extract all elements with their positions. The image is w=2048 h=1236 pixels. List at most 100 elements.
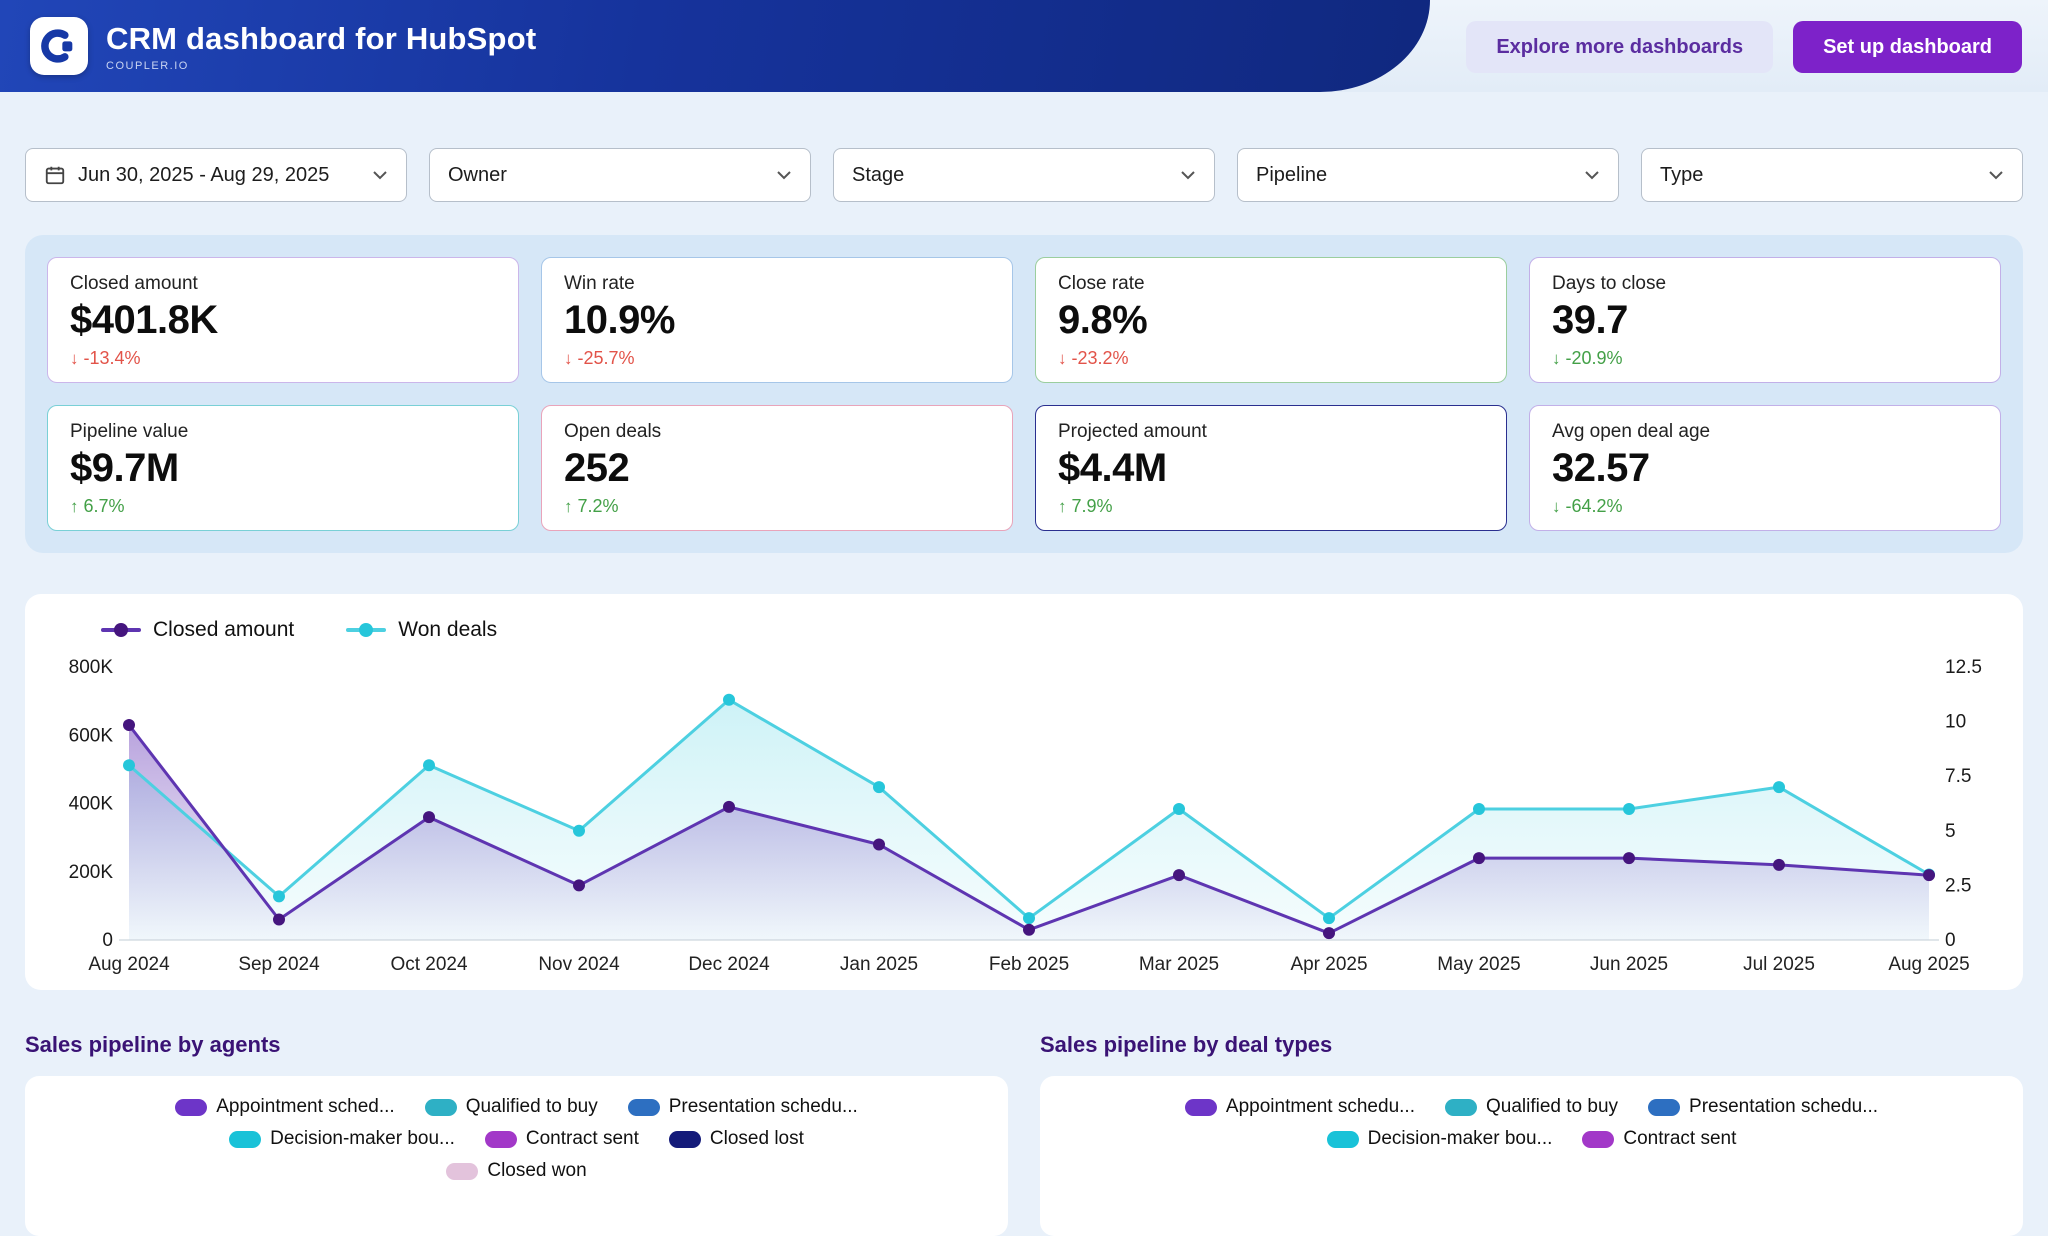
stage-filter[interactable]: Stage	[833, 148, 1215, 202]
trend-arrow-icon: ↓	[564, 349, 573, 369]
line-swatch-icon	[346, 628, 386, 632]
pipeline-filter[interactable]: Pipeline	[1237, 148, 1619, 202]
trend-arrow-icon: ↑	[564, 497, 573, 517]
kpi-value: 39.7	[1552, 298, 1978, 343]
kpi-label: Projected amount	[1058, 421, 1484, 443]
kpi-card-open-deals: Open deals 252 ↑7.2%	[541, 405, 1013, 531]
svg-text:Dec 2024: Dec 2024	[688, 954, 770, 975]
svg-text:12.5: 12.5	[1945, 657, 1982, 678]
svg-text:Aug 2025: Aug 2025	[1888, 954, 1969, 975]
color-swatch-icon	[446, 1163, 478, 1180]
setup-dashboard-button[interactable]: Set up dashboard	[1793, 21, 2022, 73]
kpi-card-pipeline-value: Pipeline value $9.7M ↑6.7%	[47, 405, 519, 531]
coupler-logo-icon	[30, 17, 88, 75]
svg-text:7.5: 7.5	[1945, 766, 1971, 787]
kpi-label: Closed amount	[70, 273, 496, 295]
color-swatch-icon	[1185, 1099, 1217, 1116]
deal-types-chart-panel: Appointment schedu... Qualified to buy P…	[1040, 1076, 2023, 1236]
kpi-label: Open deals	[564, 421, 990, 443]
stage-filter-label: Stage	[852, 164, 904, 187]
closed-amount-won-deals-chart: 0200K400K600K800K02.557.51012.5Aug 2024S…	[49, 652, 1999, 982]
kpi-value: 252	[564, 446, 990, 491]
trend-arrow-icon: ↓	[1552, 497, 1561, 517]
legend-label: Closed won	[487, 1160, 586, 1182]
type-filter-label: Type	[1660, 164, 1703, 187]
kpi-delta: -25.7%	[578, 348, 635, 369]
color-swatch-icon	[485, 1131, 517, 1148]
line-swatch-icon	[101, 628, 141, 632]
kpi-value: $9.7M	[70, 446, 496, 491]
type-filter[interactable]: Type	[1641, 148, 2023, 202]
legend-label: Decision-maker bou...	[1368, 1128, 1553, 1150]
trend-arrow-icon: ↑	[70, 497, 79, 517]
color-swatch-icon	[425, 1099, 457, 1116]
legend-item: Qualified to buy	[425, 1096, 598, 1118]
explore-more-dashboards-button[interactable]: Explore more dashboards	[1466, 21, 1773, 73]
chart-legend: Closed amount Won deals	[101, 618, 1999, 642]
svg-text:Mar 2025: Mar 2025	[1139, 954, 1219, 975]
legend-label: Qualified to buy	[466, 1096, 598, 1118]
kpi-card-projected-amount: Projected amount $4.4M ↑7.9%	[1035, 405, 1507, 531]
color-swatch-icon	[1445, 1099, 1477, 1116]
page-title: CRM dashboard for HubSpot	[106, 21, 536, 57]
kpi-label: Win rate	[564, 273, 990, 295]
kpi-card-win-rate: Win rate 10.9% ↓-25.7%	[541, 257, 1013, 383]
legend-item: Closed won	[446, 1160, 586, 1182]
legend-label: Closed lost	[710, 1128, 804, 1150]
legend-item: Contract sent	[485, 1128, 639, 1150]
legend-item: Presentation schedu...	[1648, 1096, 1878, 1118]
legend-item: Decision-maker bou...	[229, 1128, 455, 1150]
legend-item: Closed lost	[669, 1128, 804, 1150]
section-title: Sales pipeline by agents	[25, 1032, 1008, 1058]
svg-text:600K: 600K	[69, 725, 114, 746]
kpi-card-days-to-close: Days to close 39.7 ↓-20.9%	[1529, 257, 2001, 383]
svg-text:10: 10	[1945, 712, 1966, 733]
kpi-delta: -13.4%	[84, 348, 141, 369]
kpi-value: $4.4M	[1058, 446, 1484, 491]
color-swatch-icon	[229, 1131, 261, 1148]
kpi-delta: 7.2%	[578, 496, 619, 517]
agents-chart-panel: Appointment sched... Qualified to buy Pr…	[25, 1076, 1008, 1236]
kpi-card-closed-amount: Closed amount $401.8K ↓-13.4%	[47, 257, 519, 383]
svg-text:5: 5	[1945, 821, 1956, 842]
kpi-card-avg-open-deal-age: Avg open deal age 32.57 ↓-64.2%	[1529, 405, 2001, 531]
header: CRM dashboard for HubSpot COUPLER.IO Exp…	[0, 0, 2048, 92]
legend-item: Appointment sched...	[175, 1096, 395, 1118]
svg-text:May 2025: May 2025	[1437, 954, 1520, 975]
legend-item-closed-amount: Closed amount	[101, 618, 294, 642]
agents-chart-legend: Appointment sched... Qualified to buy Pr…	[167, 1096, 867, 1182]
section-title: Sales pipeline by deal types	[1040, 1032, 2023, 1058]
legend-label: Contract sent	[1623, 1128, 1736, 1150]
chevron-down-icon	[1988, 170, 2004, 180]
legend-item: Decision-maker bou...	[1327, 1128, 1553, 1150]
legend-label: Presentation schedu...	[1689, 1096, 1878, 1118]
filter-bar: Jun 30, 2025 - Aug 29, 2025 Owner Stage …	[0, 148, 2048, 202]
trend-arrow-icon: ↑	[1058, 497, 1067, 517]
legend-label: Appointment sched...	[216, 1096, 395, 1118]
chevron-down-icon	[372, 170, 388, 180]
svg-text:800K: 800K	[69, 657, 114, 678]
section-sales-pipeline-by-deal-types: Sales pipeline by deal types Appointment…	[1040, 1032, 2023, 1236]
color-swatch-icon	[1582, 1131, 1614, 1148]
svg-text:Oct 2024: Oct 2024	[390, 954, 468, 975]
svg-text:Sep 2024: Sep 2024	[238, 954, 320, 975]
legend-item: Presentation schedu...	[628, 1096, 858, 1118]
owner-filter[interactable]: Owner	[429, 148, 811, 202]
chevron-down-icon	[776, 170, 792, 180]
svg-text:Jul 2025: Jul 2025	[1743, 954, 1815, 975]
svg-text:200K: 200K	[69, 862, 114, 883]
trend-arrow-icon: ↓	[1058, 349, 1067, 369]
svg-text:0: 0	[1945, 930, 1956, 951]
kpi-value: 10.9%	[564, 298, 990, 343]
kpi-delta: 6.7%	[84, 496, 125, 517]
kpi-delta: -64.2%	[1566, 496, 1623, 517]
legend-item: Appointment schedu...	[1185, 1096, 1415, 1118]
svg-text:2.5: 2.5	[1945, 875, 1971, 896]
kpi-delta: -20.9%	[1566, 348, 1623, 369]
kpi-value: 9.8%	[1058, 298, 1484, 343]
legend-label: Decision-maker bou...	[270, 1128, 455, 1150]
color-swatch-icon	[175, 1099, 207, 1116]
date-range-filter[interactable]: Jun 30, 2025 - Aug 29, 2025	[25, 148, 407, 202]
kpi-delta: 7.9%	[1072, 496, 1113, 517]
color-swatch-icon	[1327, 1131, 1359, 1148]
